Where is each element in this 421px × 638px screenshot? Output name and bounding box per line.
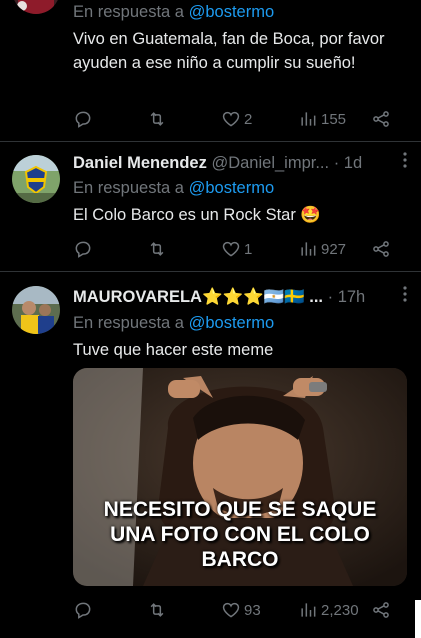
views-button[interactable]: 927 bbox=[298, 237, 346, 261]
timestamp[interactable]: 1d bbox=[344, 154, 362, 172]
more-icon[interactable] bbox=[403, 152, 407, 175]
action-bar: 93 2,230 bbox=[73, 598, 393, 622]
retweet-icon bbox=[150, 112, 164, 126]
views-icon bbox=[301, 603, 316, 617]
share-icon bbox=[373, 111, 389, 127]
reply-prefix: En respuesta a bbox=[73, 314, 184, 332]
retweet-icon bbox=[150, 603, 164, 617]
heart-icon bbox=[222, 111, 240, 127]
like-count: 1 bbox=[244, 240, 253, 258]
tweet-3[interactable]: MAUROVARELA⭐⭐⭐🇦🇷🇸🇪 ... · 17h En respuest… bbox=[0, 272, 421, 638]
tweet-text: Tuve que hacer este meme bbox=[73, 341, 274, 359]
separator-dot: · bbox=[333, 154, 340, 172]
reply-context: En respuesta a @bostermo bbox=[73, 1, 274, 23]
share-icon bbox=[373, 241, 389, 257]
reply-prefix: En respuesta a bbox=[73, 3, 184, 21]
tweet-header: Daniel Menendez @Daniel_impr... · 1d bbox=[73, 152, 407, 174]
tweet-1[interactable]: En respuesta a @bostermo Vivo en Guatema… bbox=[0, 0, 421, 146]
heart-icon bbox=[222, 241, 240, 257]
more-icon[interactable] bbox=[403, 286, 407, 309]
avatar[interactable] bbox=[12, 286, 60, 334]
views-count: 2,230 bbox=[321, 601, 359, 619]
retweet-icon bbox=[150, 242, 164, 256]
reply-prefix: En respuesta a bbox=[73, 179, 184, 197]
display-name[interactable]: MAUROVARELA⭐⭐⭐🇦🇷🇸🇪 ... bbox=[73, 288, 323, 306]
views-button[interactable]: 155 bbox=[298, 107, 346, 131]
display-name[interactable]: Daniel Menendez bbox=[73, 154, 207, 172]
reply-button[interactable] bbox=[73, 598, 93, 622]
views-button[interactable]: 2,230 bbox=[298, 598, 359, 622]
action-bar: 2 155 bbox=[73, 107, 393, 131]
views-count: 927 bbox=[321, 240, 347, 258]
tweet-2[interactable]: Daniel Menendez @Daniel_impr... · 1d En … bbox=[0, 142, 421, 270]
reply-button[interactable] bbox=[73, 237, 93, 261]
mention-link[interactable]: @bostermo bbox=[189, 179, 275, 197]
meme-caption-line-2: UNA FOTO CON EL COLO BARCO bbox=[110, 523, 370, 571]
action-bar: 1 927 bbox=[73, 237, 393, 261]
heart-icon bbox=[222, 602, 240, 618]
scrollbar[interactable] bbox=[415, 600, 421, 638]
views-icon bbox=[301, 112, 316, 126]
like-count: 93 bbox=[244, 601, 261, 619]
reply-icon bbox=[75, 241, 91, 258]
retweet-button[interactable] bbox=[147, 107, 167, 131]
share-icon bbox=[373, 602, 389, 618]
tweet-text: El Colo Barco es un Rock Star 🤩 bbox=[73, 206, 321, 224]
views-icon bbox=[301, 242, 316, 256]
meme-caption: NECESITO QUE SE SAQUE UNA FOTO CON EL CO… bbox=[73, 497, 407, 572]
meme-caption-line-1: NECESITO QUE SE SAQUE bbox=[103, 498, 377, 521]
share-button[interactable] bbox=[371, 598, 391, 622]
reply-button[interactable] bbox=[73, 107, 93, 131]
separator-dot: · bbox=[327, 288, 334, 306]
avatar[interactable] bbox=[12, 0, 60, 14]
reply-context: En respuesta a @bostermo bbox=[73, 312, 274, 334]
reply-icon bbox=[75, 111, 91, 128]
retweet-button[interactable] bbox=[147, 237, 167, 261]
user-handle[interactable]: @Daniel_impr... bbox=[211, 154, 329, 172]
share-button[interactable] bbox=[371, 107, 391, 131]
like-button[interactable]: 1 bbox=[221, 237, 252, 261]
share-button[interactable] bbox=[371, 237, 391, 261]
like-button[interactable]: 2 bbox=[221, 107, 252, 131]
meme-image[interactable]: NECESITO QUE SE SAQUE UNA FOTO CON EL CO… bbox=[73, 368, 407, 586]
retweet-button[interactable] bbox=[147, 598, 167, 622]
timestamp[interactable]: 17h bbox=[338, 288, 366, 306]
mention-link[interactable]: @bostermo bbox=[189, 3, 275, 21]
tweet-text: Vivo en Guatemala, fan de Boca, por favo… bbox=[73, 30, 385, 72]
like-button[interactable]: 93 bbox=[221, 598, 261, 622]
views-count: 155 bbox=[321, 110, 347, 128]
reply-icon bbox=[75, 602, 91, 619]
reply-context: En respuesta a @bostermo bbox=[73, 177, 274, 199]
like-count: 2 bbox=[244, 110, 253, 128]
tweet-header: MAUROVARELA⭐⭐⭐🇦🇷🇸🇪 ... · 17h bbox=[73, 286, 407, 308]
avatar[interactable] bbox=[12, 155, 60, 203]
mention-link[interactable]: @bostermo bbox=[189, 314, 275, 332]
